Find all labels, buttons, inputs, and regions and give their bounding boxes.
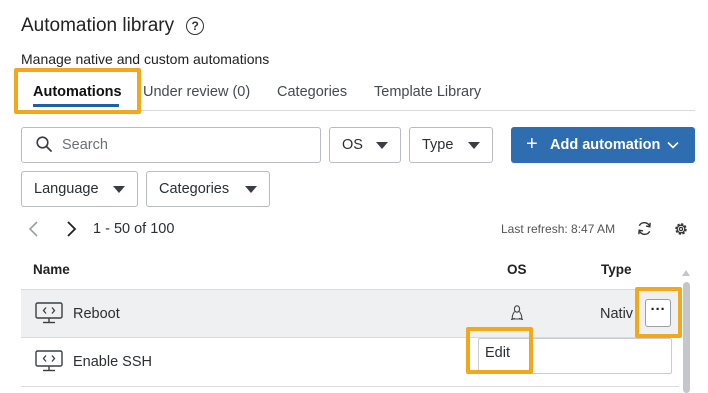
search-box (21, 127, 321, 163)
monitor-code-icon (35, 302, 63, 324)
type-dropdown[interactable]: Type (409, 127, 493, 163)
row-name[interactable]: Enable SSH (73, 354, 152, 370)
tab-under-review[interactable]: Under review (0) (143, 84, 250, 100)
scrollbar-thumb[interactable] (683, 282, 690, 393)
add-automation-button[interactable]: + Add automation (511, 127, 695, 163)
table-scrollbar[interactable] (682, 270, 690, 393)
categories-dropdown[interactable]: Categories (146, 171, 270, 207)
search-input[interactable] (62, 128, 312, 162)
os-dropdown-label: OS (342, 137, 363, 153)
page-subtitle: Manage native and custom automations (21, 51, 270, 67)
search-icon (36, 136, 52, 152)
row-type: Nativ (600, 306, 634, 322)
tab-bar: Automations Under review (0) Categories … (14, 68, 695, 114)
caret-down-icon (468, 142, 480, 149)
refresh-icon[interactable] (636, 220, 653, 237)
language-dropdown-label: Language (34, 181, 99, 197)
gear-icon[interactable] (672, 220, 690, 238)
column-header-os[interactable]: OS (507, 262, 527, 277)
chevron-down-icon (667, 141, 679, 149)
caret-down-icon (113, 186, 125, 193)
caret-down-icon (376, 142, 388, 149)
tab-highlight-box (14, 68, 141, 114)
caret-down-icon (245, 186, 257, 193)
monitor-code-icon (35, 350, 63, 372)
plus-icon: + (526, 133, 538, 155)
next-page-icon[interactable] (64, 220, 78, 238)
column-header-name[interactable]: Name (33, 262, 70, 277)
row-name[interactable]: Reboot (73, 306, 120, 322)
tab-categories[interactable]: Categories (277, 84, 347, 100)
page-title-text: Automation library (21, 15, 175, 36)
language-dropdown[interactable]: Language (21, 171, 138, 207)
table-row[interactable]: Reboot Nativ (21, 289, 679, 338)
os-dropdown[interactable]: OS (329, 127, 401, 163)
help-icon[interactable]: ? (186, 17, 205, 35)
column-header-type[interactable]: Type (601, 262, 632, 277)
previous-page-icon[interactable] (27, 220, 41, 238)
scroll-up-icon[interactable] (682, 270, 690, 276)
type-dropdown-label: Type (422, 137, 454, 153)
more-button-highlight-box (635, 287, 682, 338)
pagination-range: 1 - 50 of 100 (93, 221, 175, 237)
categories-dropdown-label: Categories (159, 181, 230, 197)
edit-highlight-box (466, 327, 533, 374)
add-automation-label: Add automation (550, 137, 661, 153)
tab-template-library[interactable]: Template Library (374, 84, 481, 100)
page-title: Automation library ? (21, 15, 205, 37)
linux-icon (510, 305, 524, 321)
last-refresh-text: Last refresh: 8:47 AM (501, 222, 616, 236)
